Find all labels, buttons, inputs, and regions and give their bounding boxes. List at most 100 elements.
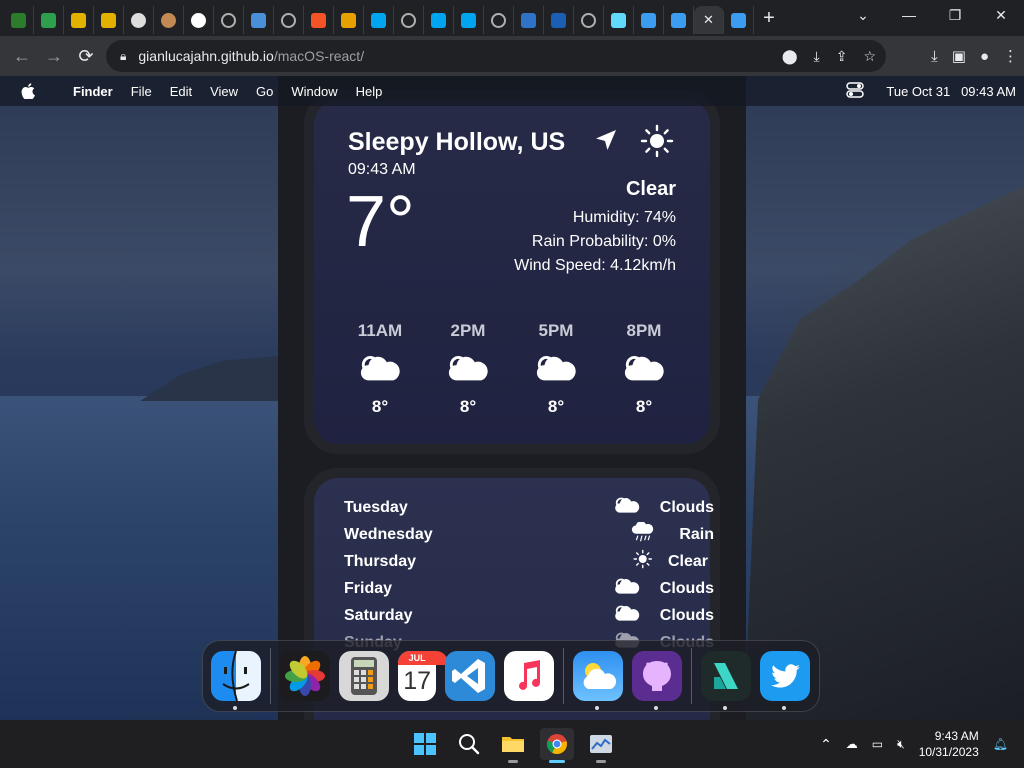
active-indicator — [549, 760, 565, 763]
sun-icon — [632, 549, 653, 574]
location-pin-icon[interactable]: ⬤ — [782, 48, 798, 65]
apple-icon[interactable] — [20, 83, 36, 99]
taskbar-apps — [408, 728, 618, 763]
windows-favicon — [371, 12, 386, 28]
minimize-button[interactable]: — — [886, 0, 932, 30]
chrome-button[interactable] — [540, 728, 574, 763]
dock-app-finder[interactable] — [211, 651, 261, 710]
tab-22[interactable] — [664, 6, 694, 34]
globe-favicon — [401, 12, 416, 28]
menu-view[interactable]: View — [201, 84, 247, 99]
address-bar[interactable]: 🔒︎ gianlucajahn.github.io/macOS-react/ ⬤… — [106, 40, 886, 72]
menubar-date: Tue Oct 31 — [886, 83, 951, 99]
tab-7[interactable] — [214, 6, 244, 34]
back-button[interactable]: ← — [6, 40, 38, 72]
menubar-date-time: Tue Oct 31 09:43 AM — [886, 84, 1016, 99]
menu-app-name[interactable]: Finder — [64, 84, 122, 99]
finder-favicon — [731, 12, 746, 28]
close-window-button[interactable]: ✕ — [978, 0, 1024, 30]
dock-app-weather[interactable] — [573, 651, 624, 710]
dock-app-github[interactable] — [632, 651, 683, 710]
tab-11[interactable] — [334, 6, 364, 34]
tab-5[interactable] — [154, 6, 184, 34]
dock-app-calculator[interactable] — [338, 651, 389, 701]
running-indicator — [723, 706, 728, 710]
dock-app-twitter[interactable] — [760, 651, 811, 710]
tab-active[interactable]: ✕ — [694, 6, 724, 34]
yellow-gear-favicon — [101, 12, 116, 28]
dock-separator — [563, 648, 565, 704]
running-indicator — [595, 706, 600, 710]
rain-probability: Rain Probability: 0% — [531, 233, 676, 250]
notification-bell-icon[interactable]: 🔔︎ — [993, 737, 1008, 751]
share-icon[interactable]: ⇪ — [836, 48, 848, 65]
network-icon[interactable]: ▭ — [872, 737, 883, 751]
tab-20[interactable] — [604, 6, 634, 34]
hourly-item: 11AM 8° — [336, 321, 424, 417]
windows-color-favicon — [311, 12, 326, 28]
taskbar-clock[interactable]: 9:43 AM 10/31/2023 — [919, 728, 979, 760]
tab-2[interactable] — [64, 6, 94, 34]
menu-go[interactable]: Go — [247, 84, 282, 99]
tab-12[interactable] — [364, 6, 394, 34]
tab-0[interactable] — [4, 6, 34, 34]
volume-muted-icon[interactable]: 🔇︎ — [897, 737, 905, 752]
cloud-icon — [424, 353, 512, 387]
tab-18[interactable] — [544, 6, 574, 34]
side-panel-icon[interactable]: ▣ — [952, 47, 966, 65]
running-indicator — [596, 760, 606, 763]
dock-app-photos[interactable] — [279, 651, 330, 701]
tab-6[interactable] — [184, 6, 214, 34]
forward-button[interactable]: → — [38, 40, 70, 72]
dock-app-music[interactable] — [504, 651, 555, 701]
chevron-up-icon[interactable]: ⌃ — [820, 736, 832, 753]
hour-temperature: 8° — [371, 397, 389, 416]
reload-button[interactable]: ⟳ — [70, 40, 102, 72]
tab-24[interactable] — [724, 6, 754, 34]
globe-favicon — [281, 12, 296, 28]
control-center-icon[interactable] — [846, 81, 865, 101]
tab-10[interactable] — [304, 6, 334, 34]
tab-14[interactable] — [424, 6, 454, 34]
tab-21[interactable] — [634, 6, 664, 34]
maximize-button[interactable]: ❐ — [932, 0, 978, 30]
menu-help[interactable]: Help — [347, 84, 392, 99]
new-tab-button[interactable]: + — [754, 4, 784, 32]
day-condition: Clear — [667, 552, 708, 570]
tab-13[interactable] — [394, 6, 424, 34]
menu-file[interactable]: File — [122, 84, 161, 99]
dock-app-vscode[interactable] — [445, 651, 496, 701]
hour-label: 8PM — [626, 321, 662, 340]
tab-4[interactable] — [124, 6, 154, 34]
hourly-item: 5PM 8° — [512, 321, 600, 417]
tab-8[interactable] — [244, 6, 274, 34]
downloads-icon[interactable]: ⤓ — [931, 48, 938, 65]
tab-16[interactable] — [484, 6, 514, 34]
day-name: Wednesday — [344, 525, 433, 543]
tab-15[interactable] — [454, 6, 484, 34]
start-button[interactable] — [408, 728, 442, 760]
install-app-icon[interactable]: ⤓ — [814, 48, 820, 65]
tab-3[interactable] — [94, 6, 124, 34]
lock-icon[interactable]: 🔒︎ — [120, 49, 126, 64]
file-explorer-button[interactable] — [496, 728, 530, 763]
bookmark-star-icon[interactable]: ☆ — [863, 48, 876, 65]
tab-1[interactable] — [34, 6, 64, 34]
menu-icon[interactable]: ⋮ — [1003, 47, 1018, 65]
dock-app-calendar[interactable]: JUL 17 — [397, 651, 448, 701]
profile-icon[interactable]: ● — [980, 48, 989, 65]
day-condition: Clouds — [659, 498, 714, 516]
tab-17[interactable] — [514, 6, 544, 34]
menu-window[interactable]: Window — [282, 84, 346, 99]
menu-edit[interactable]: Edit — [161, 84, 201, 99]
tab-9[interactable] — [274, 6, 304, 34]
dock-app-spotify-like[interactable] — [701, 651, 752, 710]
tab-search-icon[interactable]: ⌄ — [840, 0, 886, 30]
tab-19[interactable] — [574, 6, 604, 34]
search-button[interactable] — [452, 728, 486, 760]
location-arrow-icon[interactable] — [594, 128, 618, 157]
finder-favicon — [671, 12, 686, 28]
task-manager-button[interactable] — [584, 728, 618, 763]
onedrive-icon[interactable]: ☁︎ — [846, 737, 858, 751]
windows-taskbar: ⌃ ☁︎ ▭ 🔇︎ 9:43 AM 10/31/2023 🔔︎ — [0, 720, 1024, 768]
